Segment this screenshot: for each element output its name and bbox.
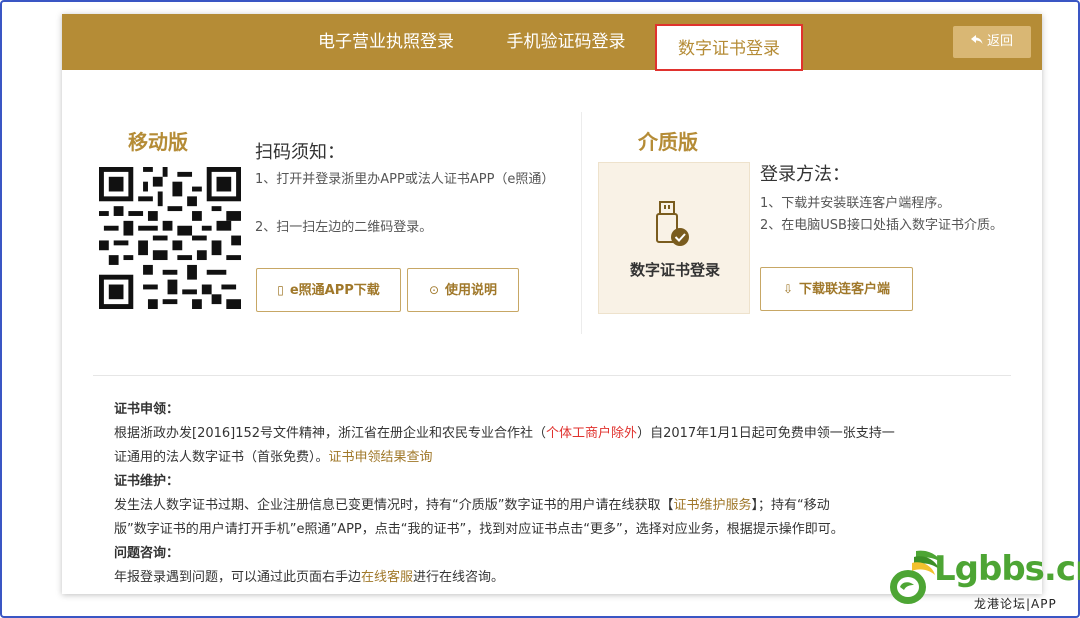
back-arrow-icon: [970, 26, 983, 58]
usage-guide-label: 使用说明: [445, 283, 498, 298]
forum-logo-text: Lgbbs.cn: [934, 549, 1080, 589]
maintenance-heading: 证书维护：: [114, 474, 180, 489]
login-tab-bar: 电子营业执照登录 手机验证码登录 数字证书登录 返回: [62, 14, 1042, 71]
apply-result-link[interactable]: 证书申领结果查询: [329, 450, 433, 465]
maintenance-text-1: 发生法人数字证书过期、企业注册信息已变更情况时，持有“介质版”数字证书的用户请在…: [114, 498, 674, 513]
certificate-card-label: 数字证书登录: [629, 261, 720, 279]
media-version-title: 介质版: [638, 130, 698, 154]
mobile-version-title: 移动版: [128, 130, 188, 154]
maintenance-text-2: 】；持有“移动: [751, 498, 830, 513]
forum-subtitle: 龙港论坛|APP: [974, 597, 1057, 611]
online-service-link[interactable]: 在线客服: [361, 570, 413, 585]
maintenance-text-line-2: 版”数字证书的用户请打开手机”e照通”APP，点击“我的证书”，找到对应证书点击…: [114, 522, 844, 537]
phone-icon: ▯: [277, 283, 284, 297]
usb-key-icon: [656, 201, 689, 246]
help-icon: ⊙: [428, 283, 440, 297]
apply-text-2: ）自2017年1月1日起可免费申领一张支持一: [637, 426, 895, 441]
usage-guide-button[interactable]: ⊙ 使用说明: [407, 268, 519, 312]
scan-step-2: 2、扫一扫左边的二维码登录。: [255, 220, 433, 235]
login-method-title: 登录方法：: [760, 164, 850, 185]
download-client-button[interactable]: ⇩ 下载联连客户端: [760, 267, 913, 311]
download-client-label: 下载联连客户端: [799, 282, 891, 297]
faq-text-2: 进行在线咨询。: [413, 570, 505, 585]
maintenance-text-line: 发生法人数字证书过期、企业注册信息已变更情况时，持有“介质版”数字证书的用户请在…: [114, 494, 1014, 518]
app-download-label: e照通APP下载: [289, 283, 380, 298]
login-step-2: 2、在电脑USB接口处插入数字证书介质。: [760, 218, 1003, 233]
content-divider: [93, 375, 1011, 376]
back-button-label: 返回: [986, 34, 1013, 49]
faq-heading: 问题咨询：: [114, 546, 180, 561]
login-panel: 电子营业执照登录 手机验证码登录 数字证书登录 返回 移动版 扫码须知： 1、打…: [62, 14, 1042, 594]
back-button[interactable]: 返回: [953, 26, 1031, 58]
faq-text-line: 年报登录遇到问题，可以通过此页面右手边在线客服进行在线咨询。: [114, 566, 1014, 590]
tab-digital-certificate[interactable]: 数字证书登录: [655, 24, 803, 71]
maintenance-service-link[interactable]: 证书维护服务: [673, 498, 751, 513]
apply-text-line: 根据浙政办发[2016]152号文件精神，浙江省在册企业和农民专业合作社（个体工…: [114, 422, 1014, 446]
apply-heading: 证书申领：: [114, 402, 180, 417]
certificate-login-card[interactable]: 数字证书登录: [598, 162, 750, 314]
certificate-apply-section: 证书申领： 根据浙政办发[2016]152号文件精神，浙江省在册企业和农民专业合…: [114, 398, 1014, 590]
apply-text-line-2: 证通用的法人数字证书（首张免费）。证书申领结果查询: [114, 446, 1014, 470]
forum-watermark: Lgbbs.cn 龙港论坛|APP: [886, 545, 1080, 615]
faq-text-1: 年报登录遇到问题，可以通过此页面右手边: [114, 570, 362, 585]
download-icon: ⇩: [782, 282, 794, 296]
section-divider: [581, 112, 582, 334]
self-employed-exception: 个体工商户除外: [546, 426, 638, 441]
apply-text-1: 根据浙政办发[2016]152号文件精神，浙江省在册企业和农民专业合作社（: [114, 426, 547, 441]
apply-text-3: 证通用的法人数字证书（首张免费）。: [114, 450, 329, 465]
login-step-1: 1、下载并安装联连客户端程序。: [760, 196, 951, 211]
tab-sms-code[interactable]: 手机验证码登录: [496, 25, 636, 59]
login-qr-code: [99, 167, 241, 309]
scan-step-1: 1、打开并登录浙里办APP或法人证书APP（e照通）: [255, 172, 555, 187]
tab-business-license[interactable]: 电子营业执照登录: [306, 25, 466, 59]
scan-instructions-title: 扫码须知：: [255, 142, 345, 163]
app-download-button[interactable]: ▯ e照通APP下载: [256, 268, 401, 312]
